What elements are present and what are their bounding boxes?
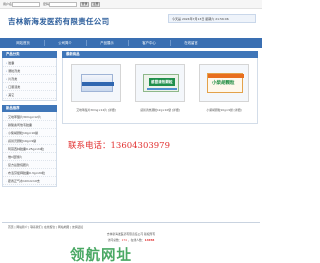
register-button[interactable]: 注册	[91, 1, 100, 7]
footer-divider	[2, 222, 260, 223]
visit-counter: 访问总数：174 ，在线人数：14658	[107, 238, 155, 242]
product-card[interactable]: 感冒清热颗粒 感冒清热颗粒12g×10袋 [详细]	[131, 64, 189, 112]
list-item[interactable]: ·阿莫西林胶囊0.25g×24粒	[3, 145, 56, 153]
list-item[interactable]: ·感冒灵颗粒10g×9袋	[3, 137, 56, 145]
category-item[interactable]: ›口服液类	[3, 83, 56, 91]
product-card[interactable]: 艾地苯醌片30mg×12片 [详细]	[67, 64, 125, 112]
site-header: 吉林新海发医药有限责任公司 今天是 2024年7月13日 星期六 21:56:0…	[0, 9, 262, 35]
new-products-heading: 新品推荐	[2, 105, 57, 112]
date-display: 今天是 2024年7月13日 星期六 21:56:06	[168, 14, 256, 23]
list-item[interactable]: ·藿香正气水10ml×10支	[3, 177, 56, 185]
username-label: 用户名	[3, 2, 13, 6]
category-item[interactable]: ›胶囊	[3, 59, 56, 67]
list-item[interactable]: ·磷酸奥司他韦胶囊	[3, 121, 56, 129]
product-caption[interactable]: 艾地苯醌片30mg×12片 [详细]	[67, 108, 125, 112]
product-image[interactable]: 小柴胡颗粒	[199, 64, 249, 102]
nav-divider	[44, 40, 45, 46]
medicine-box-green: 感冒清热颗粒	[143, 74, 179, 92]
list-item[interactable]: ·维C银翘片	[3, 153, 56, 161]
medicine-box-orange: 小柴胡颗粒	[207, 73, 244, 93]
product-image[interactable]: 感冒清热颗粒	[135, 64, 185, 102]
category-heading: 产品分类	[2, 51, 57, 58]
nav-divider	[170, 40, 171, 46]
list-item[interactable]: ·布洛芬缓释胶囊0.3g×20粒	[3, 169, 56, 177]
nav-customer[interactable]: 客户中心	[130, 38, 168, 48]
footer-copyright: 吉林新海发医药有限责任公司 版权所有	[106, 232, 156, 236]
watermark-logo: 领航网址	[70, 248, 132, 263]
contact-phone: 联系电话：13604303979	[68, 141, 170, 151]
login-bar: 用户名 密码 登录 注册	[0, 0, 262, 9]
nav-products[interactable]: 产品展示	[88, 38, 126, 48]
product-caption[interactable]: 感冒清热颗粒12g×10袋 [详细]	[131, 108, 189, 112]
list-item[interactable]: ·复方氨酚烷胺片	[3, 161, 56, 169]
medicine-box-blue	[81, 74, 114, 92]
sidebar: 产品分类 ›胶囊 ›颗粒剂类 ›片剂类 ›口服液类 ›其它 新品推荐 ·艾地苯醌…	[2, 51, 57, 187]
username-input[interactable]	[12, 1, 40, 7]
nav-divider	[86, 40, 87, 46]
nav-home[interactable]: 网站首页	[4, 38, 42, 48]
list-item[interactable]: ·艾地苯醌片30mg×12片	[3, 113, 56, 121]
login-button[interactable]: 登录	[80, 1, 89, 7]
main-nav: 网站首页 公司简介 产品展示 客户中心 在线留言	[0, 38, 262, 48]
nav-divider	[128, 40, 129, 46]
footer-links[interactable]: 首页 | 网站简介 | 联系我们 | 在线留言 | 网站地图 | 友情链接	[8, 225, 83, 229]
product-caption[interactable]: 小柴胡颗粒10g×9袋 [详细]	[195, 108, 253, 112]
category-item[interactable]: ›片剂类	[3, 75, 56, 83]
product-image[interactable]	[71, 64, 121, 102]
nav-message[interactable]: 在线留言	[172, 38, 210, 48]
company-title: 吉林新海发医药有限责任公司	[8, 17, 110, 26]
nav-about[interactable]: 公司简介	[46, 38, 84, 48]
password-input[interactable]	[49, 1, 77, 7]
product-grid: 艾地苯醌片30mg×12片 [详细] 感冒清热颗粒 感冒清热颗粒12g×10袋 …	[62, 58, 258, 124]
new-products-list: ·艾地苯醌片30mg×12片 ·磷酸奥司他韦胶囊 ·小柴胡颗粒10g×10袋 ·…	[2, 112, 57, 187]
category-item[interactable]: ›其它	[3, 91, 56, 99]
list-item[interactable]: ·小柴胡颗粒10g×10袋	[3, 129, 56, 137]
product-card[interactable]: 小柴胡颗粒 小柴胡颗粒10g×9袋 [详细]	[195, 64, 253, 112]
main-content: 最新商品 艾地苯醌片30mg×12片 [详细] 感冒清热颗粒 感冒清热颗粒12g…	[62, 51, 258, 124]
category-item[interactable]: ›颗粒剂类	[3, 67, 56, 75]
latest-products-heading: 最新商品	[62, 51, 258, 58]
category-list: ›胶囊 ›颗粒剂类 ›片剂类 ›口服液类 ›其它	[2, 58, 57, 101]
